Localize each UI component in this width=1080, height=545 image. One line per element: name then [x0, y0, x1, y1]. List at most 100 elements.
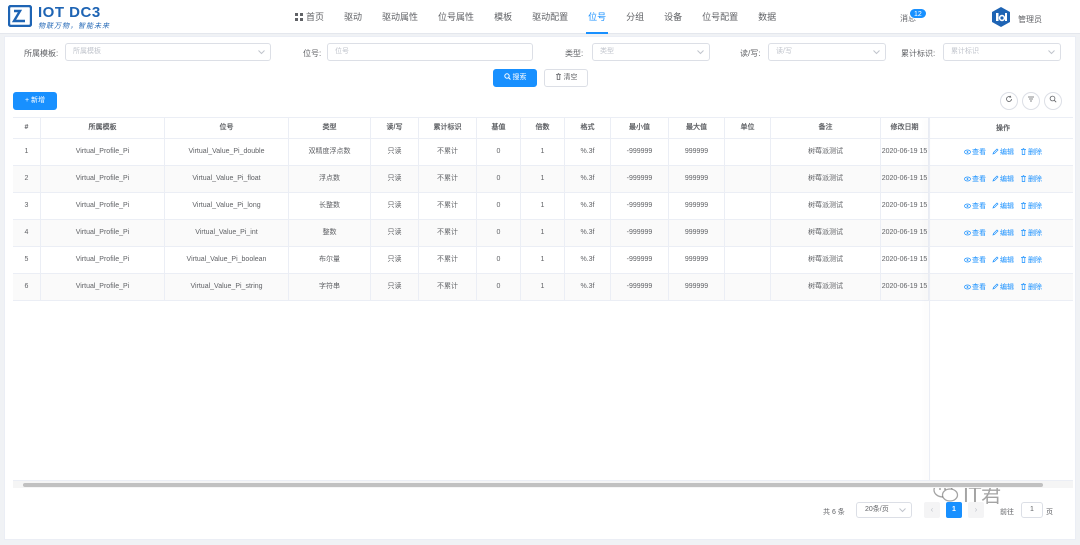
- nav-item-4[interactable]: 模板: [484, 0, 522, 34]
- column-header[interactable]: #: [13, 118, 41, 138]
- view-action[interactable]: 查看: [964, 147, 986, 157]
- delete-action[interactable]: 删除: [1020, 174, 1042, 184]
- table-cell: 长整数: [289, 193, 371, 219]
- scrollbar-thumb[interactable]: [23, 483, 1043, 487]
- view-action[interactable]: 查看: [964, 201, 986, 211]
- table-cell: 999999: [669, 274, 725, 300]
- user-avatar-icon[interactable]: [990, 6, 1012, 28]
- delete-action[interactable]: 删除: [1020, 201, 1042, 211]
- column-header[interactable]: 单位: [725, 118, 771, 138]
- table-row[interactable]: 6 Virtual_Profile_Pi Virtual_Value_Pi_stri…: [13, 274, 1073, 301]
- table-cell: 2020-06-19 15: [881, 139, 929, 165]
- reset-button[interactable]: 清空: [544, 69, 588, 87]
- nav-item-6[interactable]: 位号: [578, 0, 616, 34]
- edit-action[interactable]: 编辑: [992, 228, 1014, 238]
- delete-action[interactable]: 删除: [1020, 147, 1042, 157]
- column-header[interactable]: 累计标识: [419, 118, 477, 138]
- page-number-1[interactable]: 1: [946, 502, 962, 518]
- page-size-select[interactable]: 20条/页: [856, 502, 912, 518]
- table-row[interactable]: 3 Virtual_Profile_Pi Virtual_Value_Pi_long…: [13, 193, 1073, 220]
- table-row[interactable]: 5 Virtual_Profile_Pi Virtual_Value_Pi_bool…: [13, 247, 1073, 274]
- logo-title: IOT DC3: [38, 4, 101, 21]
- table-cell: 4: [13, 220, 41, 246]
- prev-page-button[interactable]: ‹: [924, 502, 940, 518]
- column-header[interactable]: 最小值: [611, 118, 669, 138]
- edit-action[interactable]: 编辑: [992, 147, 1014, 157]
- table-cell: Virtual_Value_Pi_long: [165, 193, 289, 219]
- view-action[interactable]: 查看: [964, 282, 986, 292]
- table-cell: 999999: [669, 193, 725, 219]
- eye-icon: [964, 203, 972, 210]
- next-page-button[interactable]: ›: [968, 502, 984, 518]
- table-cell: 字符串: [289, 274, 371, 300]
- type-select[interactable]: 类型: [592, 43, 710, 61]
- type-select-placeholder: 类型: [600, 48, 614, 55]
- search-toggle-button[interactable]: [1044, 92, 1062, 110]
- edit-action-label: 编辑: [1000, 230, 1014, 237]
- app-logo[interactable]: IOT DC3 物联万物，智能未来: [8, 3, 138, 31]
- delete-action[interactable]: 删除: [1020, 282, 1042, 292]
- nav-item-0[interactable]: 首页: [285, 0, 334, 34]
- table-cell: Virtual_Value_Pi_float: [165, 166, 289, 192]
- table-header: # 所属模板 位号 类型 读/写 累计标识 基值 倍数 格式 最小值 最大值 单位 备注 修改日期 操作: [13, 118, 1073, 139]
- add-button[interactable]: + 新增: [13, 92, 57, 110]
- edit-action[interactable]: 编辑: [992, 201, 1014, 211]
- edit-action[interactable]: 编辑: [992, 282, 1014, 292]
- column-header[interactable]: 最大值: [669, 118, 725, 138]
- accrue-select[interactable]: 累计标识: [943, 43, 1061, 61]
- nav-item-3[interactable]: 位号属性: [428, 0, 484, 34]
- sort-button[interactable]: [1022, 92, 1040, 110]
- nav-item-label: 位号: [588, 12, 607, 22]
- row-actions: 查看 编辑 删除: [933, 220, 1073, 246]
- nav-item-7[interactable]: 分组: [616, 0, 654, 34]
- delete-action[interactable]: 删除: [1020, 255, 1042, 265]
- search-icon: [1049, 95, 1057, 103]
- table-horizontal-scrollbar[interactable]: [13, 480, 1073, 488]
- table-row[interactable]: 1 Virtual_Profile_Pi Virtual_Value_Pi_doub…: [13, 139, 1073, 166]
- table-cell: 2020-06-19 15: [881, 274, 929, 300]
- pager-goto-label: 前往: [1000, 509, 1014, 516]
- nav-item-label: 分组: [626, 12, 645, 22]
- column-header[interactable]: 备注: [771, 118, 881, 138]
- profile-select[interactable]: 所属模板: [65, 43, 271, 61]
- nav-item-1[interactable]: 驱动: [334, 0, 372, 34]
- column-header[interactable]: 修改日期: [881, 118, 929, 138]
- column-header[interactable]: 类型: [289, 118, 371, 138]
- nav-item-8[interactable]: 设备: [654, 0, 692, 34]
- nav-item-5[interactable]: 驱动配置: [522, 0, 578, 34]
- nav-item-label: 位号属性: [438, 12, 475, 22]
- column-header[interactable]: 所属模板: [41, 118, 165, 138]
- rw-select[interactable]: 读/写: [768, 43, 886, 61]
- view-action[interactable]: 查看: [964, 228, 986, 238]
- column-header[interactable]: 基值: [477, 118, 521, 138]
- edit-action[interactable]: 编辑: [992, 174, 1014, 184]
- search-button[interactable]: 搜索: [493, 69, 537, 87]
- table-cell: Virtual_Profile_Pi: [41, 220, 165, 246]
- column-header[interactable]: 位号: [165, 118, 289, 138]
- view-action[interactable]: 查看: [964, 174, 986, 184]
- main-nav: 首页 驱动 驱动属性 位号属性 模板 驱动配置 位号 分组 设备 位号配置 数据: [285, 0, 786, 34]
- nav-item-2[interactable]: 驱动属性: [372, 0, 428, 34]
- pager-goto-input[interactable]: 1: [1021, 502, 1043, 518]
- delete-action[interactable]: 删除: [1020, 228, 1042, 238]
- column-header[interactable]: 倍数: [521, 118, 565, 138]
- column-header[interactable]: 格式: [565, 118, 611, 138]
- edit-action[interactable]: 编辑: [992, 255, 1014, 265]
- nav-item-9[interactable]: 位号配置: [692, 0, 748, 34]
- view-action-label: 查看: [972, 203, 986, 210]
- table-cell: 999999: [669, 247, 725, 273]
- table-cell: 只读: [371, 139, 419, 165]
- eye-icon: [964, 149, 972, 156]
- refresh-button[interactable]: [1000, 92, 1018, 110]
- column-header[interactable]: 读/写: [371, 118, 419, 138]
- table-cell: %.3f: [565, 274, 611, 300]
- user-name[interactable]: 管理员: [1018, 14, 1042, 25]
- table-row[interactable]: 4 Virtual_Profile_Pi Virtual_Value_Pi_int 整…: [13, 220, 1073, 247]
- point-input[interactable]: 位号: [327, 43, 533, 61]
- table-cell: 5: [13, 247, 41, 273]
- view-action[interactable]: 查看: [964, 255, 986, 265]
- table-row[interactable]: 2 Virtual_Profile_Pi Virtual_Value_Pi_floa…: [13, 166, 1073, 193]
- accrue-filter-label: 累计标识:: [901, 49, 936, 58]
- nav-item-10[interactable]: 数据: [748, 0, 786, 34]
- delete-action-label: 删除: [1028, 230, 1042, 237]
